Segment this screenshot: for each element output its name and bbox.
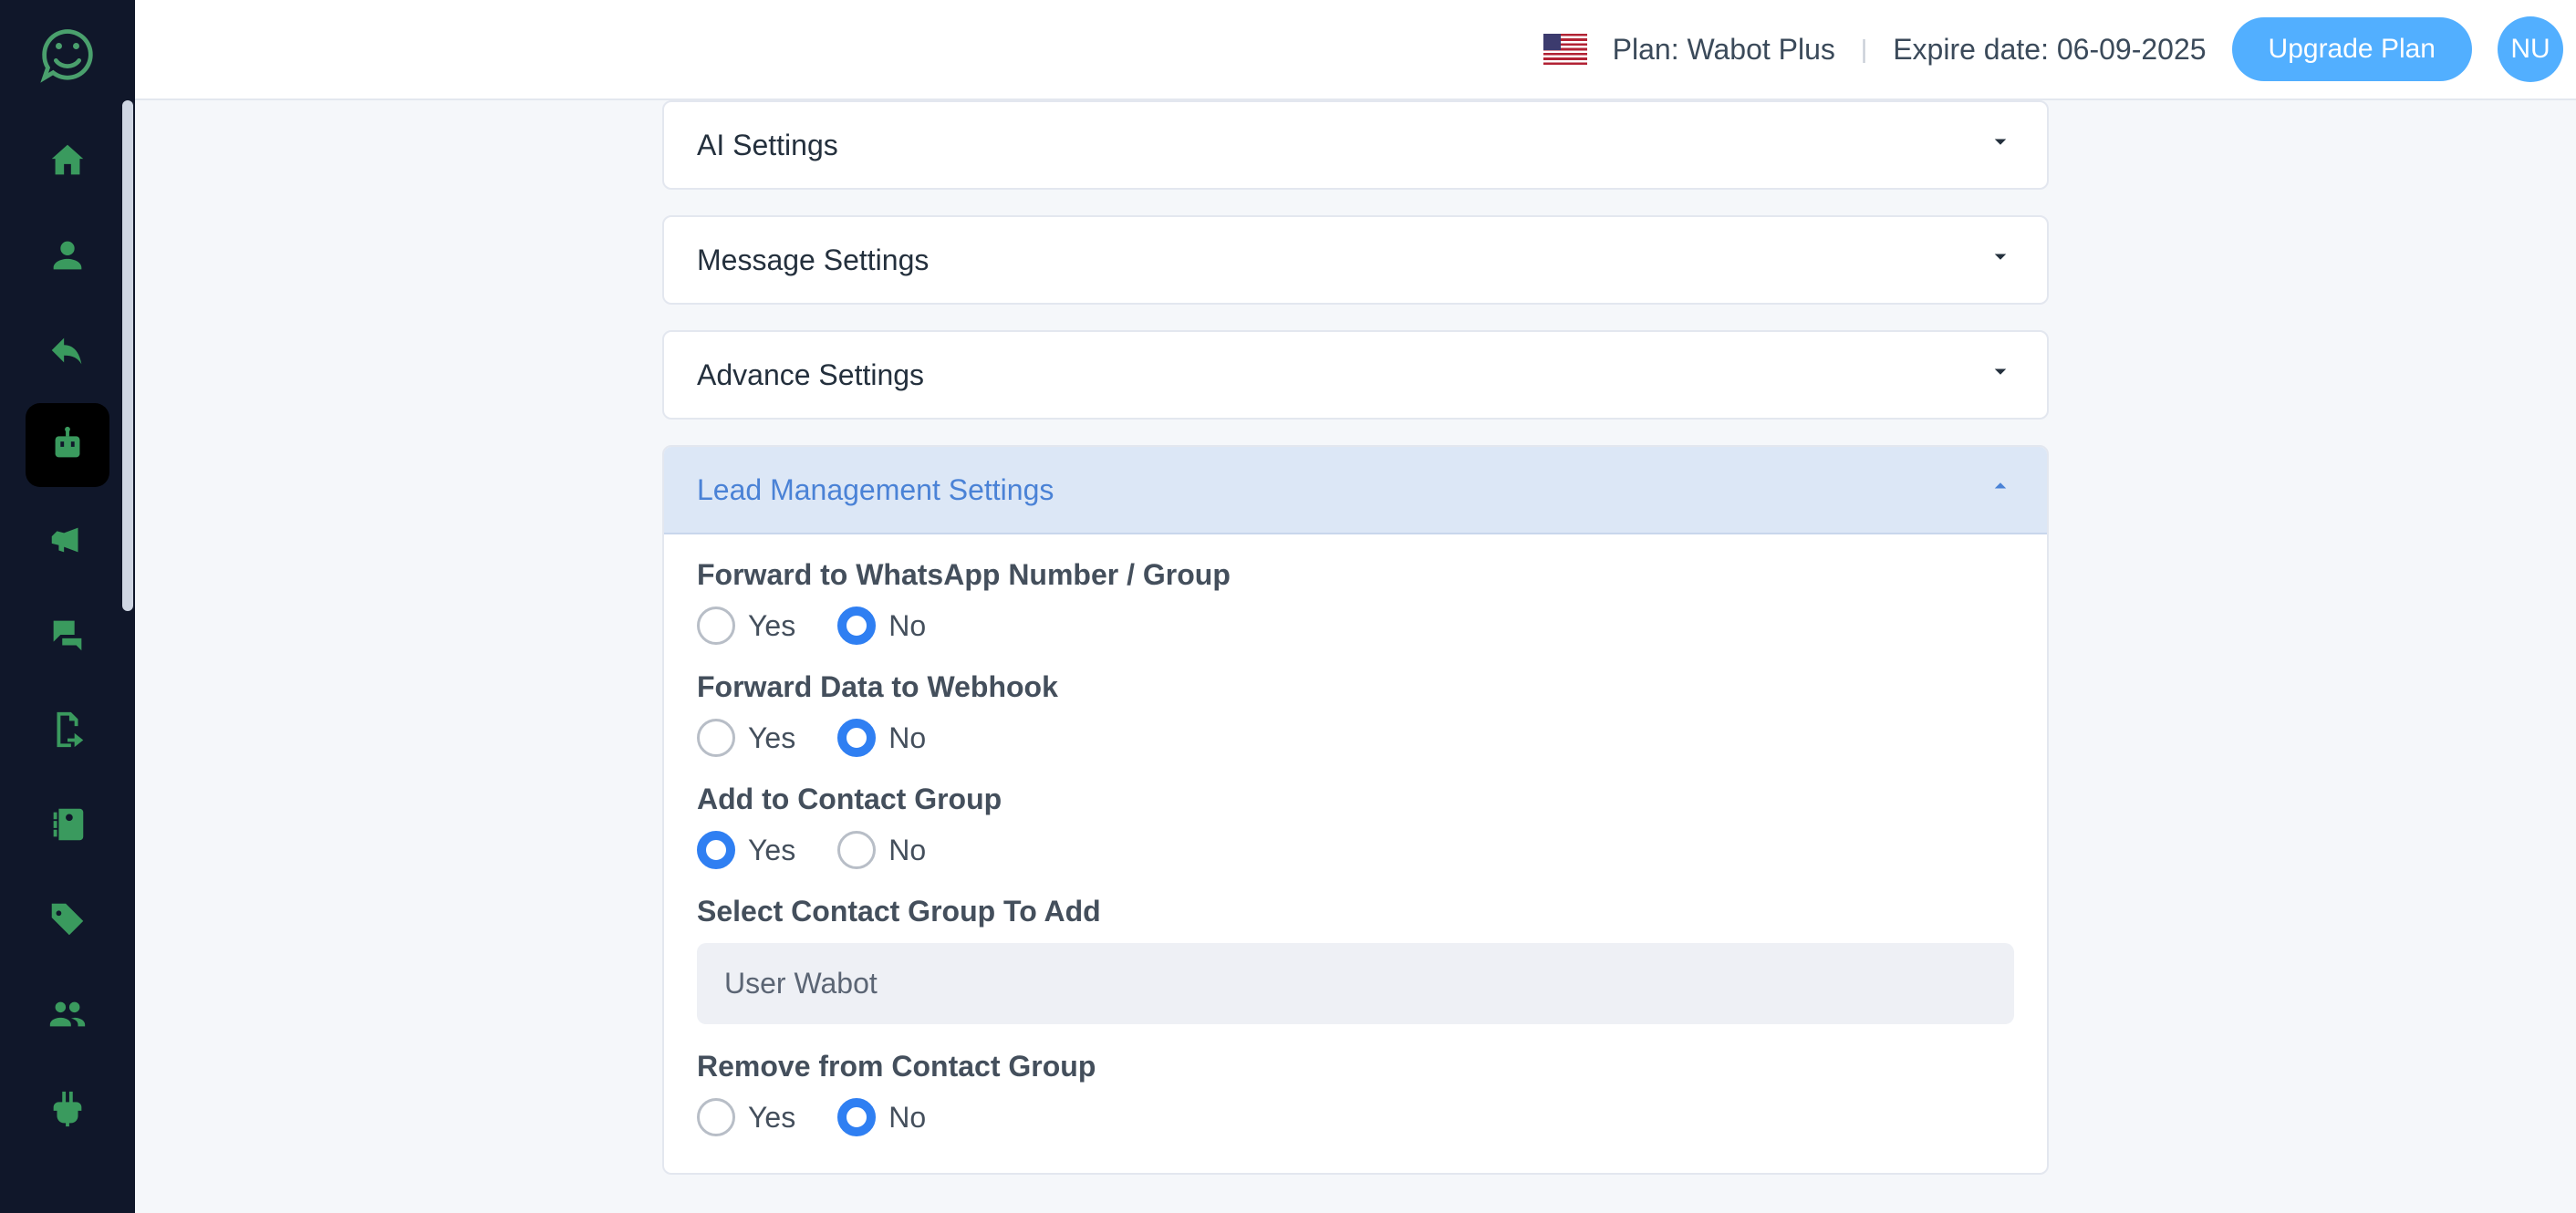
radio-icon <box>697 1098 735 1136</box>
radio-add-contact-yes[interactable]: Yes <box>697 831 795 869</box>
radio-icon-selected <box>837 1098 876 1136</box>
radio-icon <box>697 719 735 757</box>
accordion-title: Lead Management Settings <box>697 473 1054 507</box>
radio-add-contact-no[interactable]: No <box>837 831 926 869</box>
radio-forward-webhook-yes[interactable]: Yes <box>697 719 795 757</box>
sidebar-item-bot[interactable] <box>26 403 109 487</box>
accordion-ai-settings: AI Settings <box>662 100 2049 190</box>
radio-group-add-contact: Yes No <box>697 831 2014 869</box>
sidebar-item-chat[interactable] <box>26 593 109 677</box>
label-add-contact-group: Add to Contact Group <box>697 783 2014 816</box>
radio-label: No <box>888 721 926 755</box>
accordion-title: AI Settings <box>697 129 838 162</box>
label-select-contact-group: Select Contact Group To Add <box>697 895 2014 928</box>
label-forward-whatsapp: Forward to WhatsApp Number / Group <box>697 558 2014 592</box>
sidebar-item-contacts[interactable] <box>26 783 109 866</box>
app-logo <box>31 18 104 91</box>
expire-text: Expire date: 06-09-2025 <box>1893 33 2206 67</box>
radio-forward-webhook-no[interactable]: No <box>837 719 926 757</box>
radio-label: Yes <box>748 609 795 643</box>
label-forward-webhook: Forward Data to Webhook <box>697 670 2014 704</box>
avatar[interactable]: NU <box>2498 16 2563 82</box>
header: Plan: Wabot Plus | Expire date: 06-09-20… <box>135 0 2576 100</box>
radio-icon <box>697 606 735 645</box>
accordion-lead-management: Lead Management Settings Forward to What… <box>662 445 2049 1175</box>
content: AI Settings Message Settings A <box>135 100 2576 1213</box>
radio-label: Yes <box>748 1101 795 1135</box>
radio-icon-selected <box>837 719 876 757</box>
sidebar-item-export[interactable] <box>26 688 109 772</box>
chevron-down-icon <box>1987 243 2014 277</box>
accordion-title: Advance Settings <box>697 358 924 392</box>
accordion-header-message[interactable]: Message Settings <box>664 217 2047 303</box>
flag-us-icon[interactable] <box>1543 34 1587 65</box>
radio-icon-selected <box>837 606 876 645</box>
sidebar-item-plugin[interactable] <box>26 1067 109 1151</box>
sidebar-item-home[interactable] <box>26 119 109 202</box>
label-remove-contact-group: Remove from Contact Group <box>697 1050 2014 1083</box>
select-contact-group[interactable]: User Wabot <box>697 943 2014 1024</box>
accordion-header-ai[interactable]: AI Settings <box>664 102 2047 188</box>
chevron-up-icon <box>1987 472 2014 507</box>
accordion-header-lead[interactable]: Lead Management Settings <box>664 447 2047 534</box>
radio-forward-whatsapp-no[interactable]: No <box>837 606 926 645</box>
sidebar <box>0 0 135 1213</box>
accordion-message-settings: Message Settings <box>662 215 2049 305</box>
radio-remove-contact-yes[interactable]: Yes <box>697 1098 795 1136</box>
radio-label: No <box>888 834 926 867</box>
plan-text: Plan: Wabot Plus <box>1613 33 1835 67</box>
radio-label: No <box>888 609 926 643</box>
sidebar-item-user[interactable] <box>26 213 109 297</box>
radio-icon <box>837 831 876 869</box>
radio-group-forward-whatsapp: Yes No <box>697 606 2014 645</box>
radio-label: Yes <box>748 834 795 867</box>
upgrade-plan-button[interactable]: Upgrade Plan <box>2232 17 2472 81</box>
radio-group-forward-webhook: Yes No <box>697 719 2014 757</box>
sidebar-item-reply[interactable] <box>26 308 109 392</box>
settings-panel: AI Settings Message Settings A <box>662 100 2049 1213</box>
radio-remove-contact-no[interactable]: No <box>837 1098 926 1136</box>
chevron-down-icon <box>1987 128 2014 162</box>
accordion-header-advance[interactable]: Advance Settings <box>664 332 2047 418</box>
main: Plan: Wabot Plus | Expire date: 06-09-20… <box>135 0 2576 1213</box>
sidebar-item-megaphone[interactable] <box>26 498 109 582</box>
radio-label: Yes <box>748 721 795 755</box>
sidebar-scrollbar[interactable] <box>122 100 133 611</box>
radio-group-remove-contact: Yes No <box>697 1098 2014 1136</box>
radio-forward-whatsapp-yes[interactable]: Yes <box>697 606 795 645</box>
accordion-body-lead: Forward to WhatsApp Number / Group Yes N… <box>664 534 2047 1173</box>
sidebar-item-tags[interactable] <box>26 877 109 961</box>
accordion-advance-settings: Advance Settings <box>662 330 2049 420</box>
accordion-title: Message Settings <box>697 244 929 277</box>
radio-icon-selected <box>697 831 735 869</box>
radio-label: No <box>888 1101 926 1135</box>
sidebar-item-group[interactable] <box>26 972 109 1056</box>
header-divider: | <box>1861 35 1867 64</box>
chevron-down-icon <box>1987 358 2014 392</box>
